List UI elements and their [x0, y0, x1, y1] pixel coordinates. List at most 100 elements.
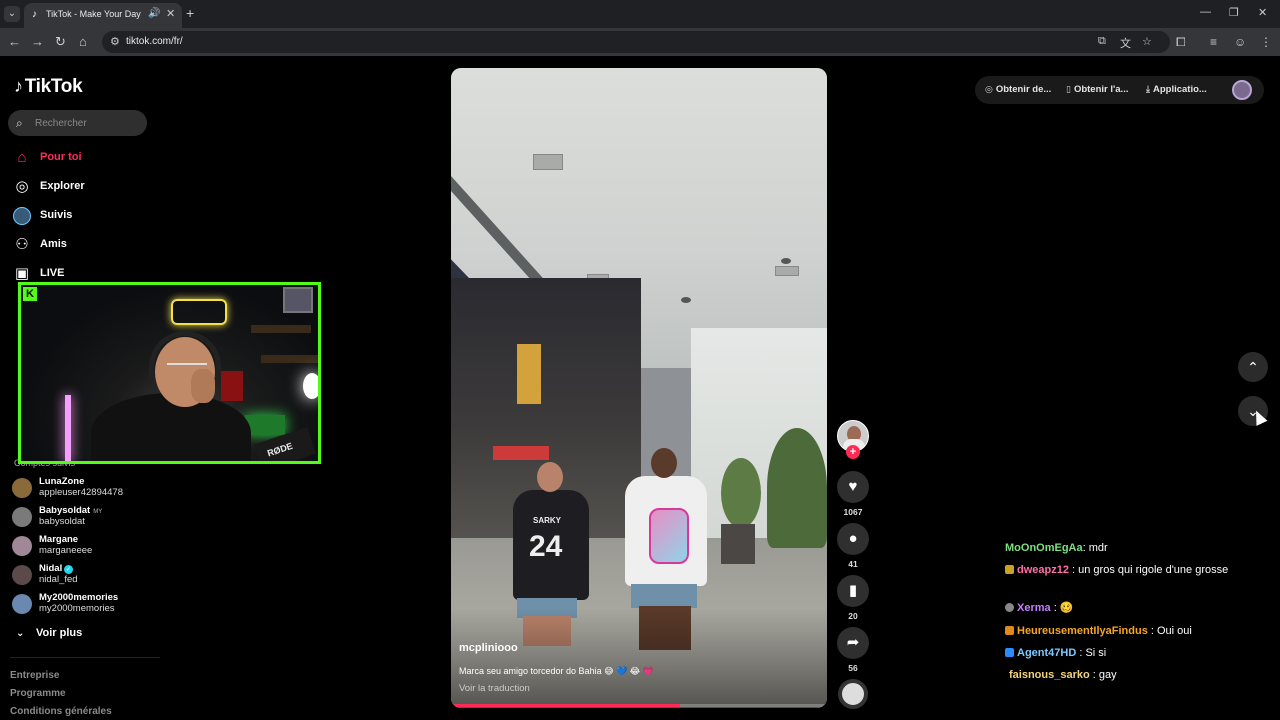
ceiling-light: [681, 297, 691, 303]
bookmark-star-icon[interactable]: ☆: [1142, 35, 1152, 48]
browser-toolbar: ← → ↻ ⌂ ⚙ tiktok.com/fr/ ⧉ 文 ☆ ⧠ ≡ ☺ ⋮: [0, 28, 1280, 56]
nav-label: Explorer: [40, 180, 85, 192]
followed-account[interactable]: Margane marganeeee: [12, 534, 162, 560]
browser-menu-icon[interactable]: ⋮: [1260, 35, 1272, 49]
user-avatar[interactable]: [1232, 80, 1252, 100]
green-light: [245, 415, 285, 435]
chat-badge-icon: [1005, 603, 1014, 612]
media-controls-icon[interactable]: ≡: [1210, 35, 1217, 49]
tiktok-favicon-icon: ♪: [32, 9, 37, 20]
heart-icon: ♥: [848, 478, 858, 495]
comment-button[interactable]: ●: [837, 523, 869, 555]
account-handle: marganeeee: [39, 545, 93, 556]
reload-button[interactable]: ↻: [55, 34, 66, 50]
tab-title: TikTok - Make Your Day: [46, 9, 141, 19]
account-handle: babysoldat: [39, 516, 85, 527]
like-button[interactable]: ♥: [837, 471, 869, 503]
url-text: tiktok.com/fr/: [126, 36, 183, 47]
search-input[interactable]: ⌕ Rechercher: [8, 110, 147, 136]
chat-message: Agent47HD : Si si: [1005, 645, 1267, 662]
music-disc-avatar[interactable]: [838, 679, 868, 709]
phone-icon: ▯: [1066, 84, 1071, 94]
footer-link[interactable]: Entreprise: [10, 670, 59, 681]
home-button[interactable]: ⌂: [79, 34, 87, 49]
store-sign: [517, 344, 541, 404]
followed-account[interactable]: My2000memories my2000memories: [12, 592, 162, 618]
tab-close-icon[interactable]: ✕: [166, 7, 175, 20]
translate-icon[interactable]: 文: [1120, 35, 1131, 51]
nav-label: Pour toi: [40, 151, 82, 163]
download-icon: ⤓: [1146, 84, 1150, 94]
chat-message: dweapz12 : un gros qui rigole d'une gros…: [1005, 562, 1267, 579]
desktop-app-button[interactable]: ⤓ Applicatio...: [1146, 84, 1207, 95]
jersey-name: SARKY: [533, 516, 562, 525]
minimize-button[interactable]: —: [1200, 6, 1211, 18]
shelf: [251, 325, 311, 333]
account-name: Nidal ✓: [39, 563, 74, 574]
account-handle: my2000memories: [39, 603, 115, 614]
see-more-button[interactable]: ⌄ Voir plus: [16, 627, 82, 639]
plant: [767, 428, 827, 548]
site-info-icon[interactable]: ⚙: [110, 35, 120, 48]
streamer-hand: [191, 369, 215, 403]
chat-badge-icon: [1005, 565, 1014, 574]
install-app-icon[interactable]: ⧉: [1098, 35, 1106, 48]
chat-message: Xerma : 🥴: [1005, 600, 1267, 617]
previous-video-button[interactable]: ⌃: [1238, 352, 1268, 382]
chevron-up-icon: ⌃: [1247, 359, 1259, 375]
video-author[interactable]: mcpliniooo: [459, 642, 518, 654]
save-button[interactable]: ▮: [837, 575, 869, 607]
see-translation-link[interactable]: Voir la traduction: [459, 683, 530, 694]
forward-button[interactable]: →: [31, 34, 44, 49]
chat-message: HeureusementIlyaFindus : Oui oui: [1005, 623, 1267, 640]
account-name: My2000memories: [39, 592, 119, 603]
kick-logo-icon: K: [23, 287, 37, 301]
browser-tab[interactable]: ♪ TikTok - Make Your Day 🔊 ✕: [24, 3, 182, 28]
extensions-icon[interactable]: ⧠: [1176, 35, 1186, 50]
account-handle: appleuser42894478: [39, 487, 123, 498]
divider: [10, 657, 160, 658]
tab-search-button[interactable]: ⌄: [4, 6, 20, 22]
new-tab-button[interactable]: +: [186, 5, 194, 21]
video-progress-bar[interactable]: [451, 704, 827, 707]
follow-plus-icon[interactable]: +: [846, 445, 860, 459]
search-placeholder: Rechercher: [35, 118, 87, 129]
profile-icon[interactable]: ☺: [1234, 35, 1246, 49]
chat-message: faisnous_sarko : gay: [1009, 669, 1117, 681]
share-button[interactable]: ➦: [837, 627, 869, 659]
footer-link[interactable]: Programme: [10, 688, 66, 699]
get-coins-button[interactable]: ◎ Obtenir de...: [985, 84, 1051, 95]
plant: [721, 458, 761, 528]
following-avatar-icon: [13, 207, 31, 225]
red-figure: [221, 371, 243, 401]
tiktok-logo[interactable]: ♪ TikTok: [14, 76, 83, 98]
followed-account[interactable]: Babysoldat MY babysoldat: [12, 505, 162, 531]
progress-fill: [451, 704, 681, 707]
followed-account[interactable]: Nidal ✓ nidal_fed: [12, 563, 162, 589]
video-player[interactable]: SARKY 24 mcpliniooo Marca seu amigo torce…: [451, 68, 827, 708]
coin-icon: ◎: [985, 84, 993, 94]
ceiling-light: [781, 258, 791, 264]
address-bar[interactable]: ⚙ tiktok.com/fr/ ⧉ 文 ☆: [102, 31, 1170, 53]
search-icon: ⌕: [16, 116, 23, 130]
get-app-button[interactable]: ▯ Obtenir l'a...: [1066, 84, 1128, 95]
speaker-icon[interactable]: 🔊: [148, 8, 160, 19]
verified-badge-icon: ✓: [64, 565, 74, 574]
followed-account[interactable]: LunaZone appleuser42894478: [12, 476, 162, 502]
video-caption: Marca seu amigo torcedor do Bahia 😅 💙 😂 …: [459, 666, 654, 676]
comment-count: 41: [848, 559, 858, 569]
browser-tab-bar: ⌄ ♪ TikTok - Make Your Day 🔊 ✕ + — ❐ ✕: [0, 0, 1280, 28]
close-window-button[interactable]: ✕: [1258, 6, 1267, 19]
account-tag: MY: [93, 509, 103, 515]
back-button[interactable]: ←: [8, 34, 21, 49]
avatar: [12, 594, 32, 614]
restore-button[interactable]: ❐: [1229, 6, 1239, 19]
footer-link[interactable]: Conditions générales: [10, 706, 112, 717]
account-name: Babysoldat MY: [39, 505, 103, 516]
chevron-down-icon: ⌄: [16, 628, 25, 639]
share-arrow-icon: ➦: [846, 634, 860, 651]
shelf: [261, 355, 318, 363]
comment-bubble-icon: ●: [848, 530, 858, 547]
tiktok-note-icon: ♪: [14, 76, 23, 96]
account-name: LunaZone: [39, 476, 85, 487]
